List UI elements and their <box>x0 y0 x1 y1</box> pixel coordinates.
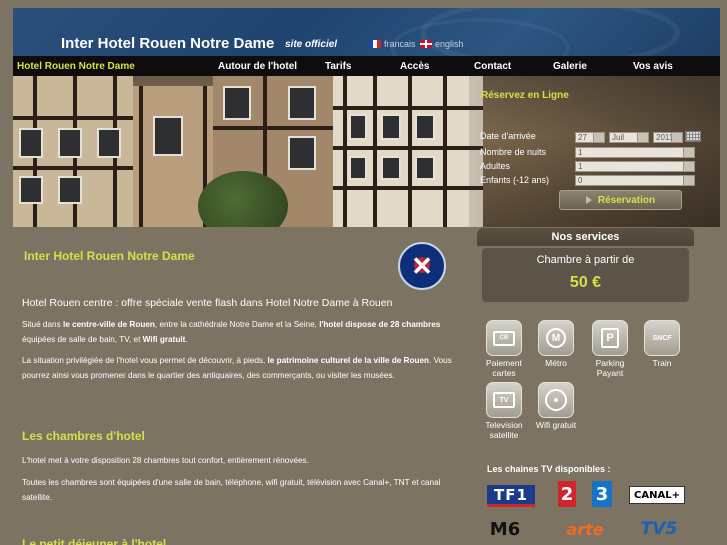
chevron-down-icon <box>683 148 694 157</box>
reservation-button[interactable]: Réservation <box>559 190 682 210</box>
wifi-icon <box>538 382 574 418</box>
nav-item-contact[interactable]: Contact <box>474 61 511 72</box>
flag-uk-icon <box>420 40 432 48</box>
price-value: 50 € <box>569 274 602 291</box>
service-tv: TV Television satellite <box>479 382 529 440</box>
service-metro: M Métro <box>531 320 581 368</box>
arrival-month-select[interactable]: Juil <box>609 132 649 143</box>
main-nav: Hotel Rouen Notre Dame Autour de l'hotel… <box>13 56 720 76</box>
parking-icon: P <box>592 320 628 356</box>
arte-logo: arte <box>566 519 604 539</box>
metro-icon: M <box>538 320 574 356</box>
site-title[interactable]: Inter Hotel Rouen Notre Dame <box>61 35 274 52</box>
service-train: SNCF Train <box>637 320 687 368</box>
france2-logo: 2 <box>558 481 576 507</box>
service-label: Parking Payant <box>595 358 625 378</box>
site-header: Inter Hotel Rouen Notre Dame site offici… <box>13 8 720 56</box>
train-icon: SNCF <box>644 320 680 356</box>
nav-item-tarifs[interactable]: Tarifs <box>325 61 352 72</box>
inter-hotel-logo: ✕ <box>398 242 446 290</box>
nav-item-home[interactable]: Hotel Rouen Notre Dame <box>17 61 135 72</box>
building-image <box>13 76 133 227</box>
france3-logo: 3 <box>592 481 612 507</box>
official-site-tag: site officiel <box>285 39 338 50</box>
adults-label: Adultes <box>480 161 511 171</box>
service-label: Television satellite <box>485 420 523 440</box>
reservation-button-label: Réservation <box>597 194 656 206</box>
tv5-logo: TV5 <box>640 519 678 539</box>
nav-item-acces[interactable]: Accès <box>400 61 429 72</box>
nav-item-galerie[interactable]: Galerie <box>553 61 587 72</box>
services-panel: Nos services Chambre à partir de 50 € CB… <box>477 228 694 545</box>
service-label: Train <box>652 358 672 368</box>
breakfast-heading: Le petit déjeuner à l'hotel <box>22 537 167 545</box>
tf1-logo: TF1 <box>487 485 535 507</box>
service-payment: CB Paiement cartes <box>479 320 529 378</box>
service-label: Paiement cartes <box>486 358 522 378</box>
children-label: Enfants (-12 ans) <box>480 175 550 185</box>
services-title: Nos services <box>477 228 694 246</box>
language-label: english <box>435 39 464 49</box>
arrival-year-select[interactable]: 2011 <box>653 132 683 143</box>
arrival-date-label: Date d'arrivée <box>480 131 536 141</box>
nav-item-avis[interactable]: Vos avis <box>633 61 673 72</box>
page-frame: Inter Hotel Rouen Notre Dame site offici… <box>13 8 720 545</box>
building-image <box>333 76 483 227</box>
chevron-down-icon <box>593 133 604 142</box>
rooms-equipment-paragraph: Toutes les chambres sont équipées d'une … <box>22 478 441 502</box>
nights-select[interactable]: 1 <box>575 147 695 158</box>
arrival-day-select[interactable]: 27 <box>575 132 605 143</box>
service-label: Wifi gratuit <box>535 420 577 430</box>
chevron-down-icon <box>683 176 694 185</box>
reservation-panel: Réservez en Ligne Date d'arrivée 27 Juil… <box>469 76 720 227</box>
description-paragraph: Situé dans le centre-ville de Rouen, ent… <box>22 320 441 344</box>
service-parking: P Parking Payant <box>585 320 635 378</box>
chevron-down-icon <box>671 133 682 142</box>
rooms-paragraph: L'hotel met à votre disposition 28 chamb… <box>22 456 309 465</box>
chevron-down-icon <box>683 162 694 171</box>
price-box: Chambre à partir de 50 € <box>482 248 689 302</box>
arrow-right-icon <box>585 196 592 204</box>
nights-label: Nombre de nuits <box>480 147 547 157</box>
rooms-heading: Les chambres d'hotel <box>22 429 145 443</box>
reservation-title: Réservez en Ligne <box>481 90 569 101</box>
service-label: Métro <box>545 358 567 368</box>
main-content: Inter Hotel Rouen Notre Dame ✕ Hotel Rou… <box>13 235 469 545</box>
intro-text: Hotel Rouen centre : offre spéciale vent… <box>22 297 393 309</box>
service-wifi: Wifi gratuit <box>531 382 581 430</box>
nav-item-autour[interactable]: Autour de l'hotel <box>218 61 297 72</box>
language-english-link[interactable]: english <box>420 39 464 49</box>
language-french-link[interactable]: francais <box>369 39 416 49</box>
calendar-icon[interactable] <box>685 131 701 142</box>
credit-card-icon: CB <box>486 320 522 356</box>
flag-fr-icon <box>369 40 381 48</box>
m6-logo: M6 <box>489 518 521 540</box>
language-label: francais <box>384 39 416 49</box>
tv-channels-title: Les chaines TV disponibles : <box>487 464 611 474</box>
page-title: Inter Hotel Rouen Notre Dame <box>24 249 195 263</box>
tv-icon: TV <box>486 382 522 418</box>
children-select[interactable]: 0 <box>575 175 695 186</box>
canal-plus-logo: CANAL+ <box>629 486 685 504</box>
location-paragraph: La situation privilégiée de l'hotel vous… <box>22 356 452 380</box>
price-label: Chambre à partir de <box>536 254 635 266</box>
chevron-down-icon <box>637 133 648 142</box>
adults-select[interactable]: 1 <box>575 161 695 172</box>
